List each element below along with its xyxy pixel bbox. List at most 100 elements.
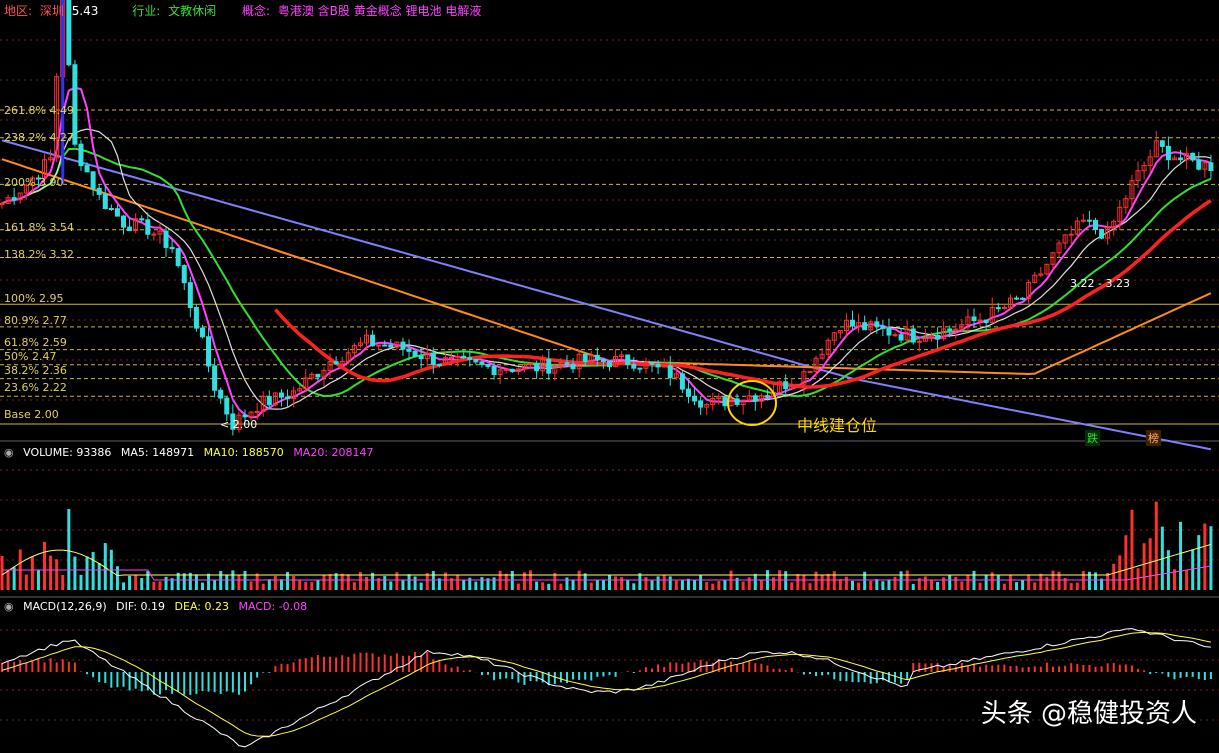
candle-body	[78, 143, 84, 167]
candle-body	[1208, 162, 1214, 172]
macd-histogram-bar	[742, 663, 745, 672]
macd-histogram-bar	[632, 672, 635, 674]
macd-histogram-bar	[948, 664, 951, 672]
volume-bar	[425, 573, 429, 590]
candle-body	[910, 328, 916, 343]
collapse-icon[interactable]: ◉	[4, 446, 14, 459]
volume-bar	[614, 576, 618, 590]
candle-body	[631, 364, 637, 369]
macd-histogram-bar	[55, 662, 58, 672]
candle-body	[108, 207, 114, 210]
candle-body	[850, 319, 855, 327]
macd-histogram-bar	[851, 672, 854, 683]
macd-histogram-bar	[286, 664, 289, 672]
macd-histogram-bar	[426, 651, 429, 672]
candle-body	[1159, 140, 1165, 147]
macd-histogram-bar	[377, 656, 380, 672]
macd-header: ◉ MACD(12,26,9) DIF: 0.19 DEA: 0.23 MACD…	[4, 600, 313, 613]
macd-histogram-bar	[92, 672, 95, 678]
ma-red-thick-line	[274, 199, 1212, 389]
volume-bar	[832, 571, 836, 590]
region-value[interactable]: 深圳	[40, 4, 64, 18]
macd-histogram-bar	[414, 651, 417, 672]
macd-histogram-bar	[644, 667, 647, 672]
volume-bar	[595, 579, 599, 590]
volume-bar	[784, 571, 788, 590]
volume-bar	[601, 579, 605, 590]
candle-body	[467, 357, 473, 360]
volume-bar	[535, 581, 539, 590]
macd-histogram-bar	[736, 663, 739, 672]
macd-histogram-bar	[669, 662, 672, 672]
macd-histogram-bar	[280, 663, 283, 672]
volume-bar	[796, 574, 800, 590]
volume-bar	[249, 581, 253, 590]
macd-histogram-bar	[839, 672, 842, 681]
candle-body	[898, 334, 904, 341]
macd-histogram-bar	[480, 672, 483, 676]
candle-body	[534, 363, 540, 372]
collapse-icon[interactable]: ◉	[4, 600, 14, 613]
macd-histogram-bar	[638, 670, 641, 672]
candle-body	[916, 340, 922, 343]
macd-histogram-bar	[468, 670, 471, 672]
candle-body	[692, 395, 698, 402]
ma-magenta-line	[1, 86, 1212, 419]
macd-histogram-bar	[195, 672, 198, 694]
macd-histogram-bar	[651, 668, 654, 672]
volume-bar	[207, 573, 211, 590]
macd-histogram-bar	[341, 655, 344, 672]
macd-histogram-bar	[7, 661, 10, 672]
candle-body	[461, 355, 467, 359]
candle-body	[406, 348, 412, 352]
volume-bar	[802, 574, 806, 590]
macd-histogram-bar	[420, 654, 423, 672]
volume-bar	[656, 576, 660, 590]
macd-histogram-bar	[1203, 672, 1206, 680]
candle-body	[528, 363, 534, 366]
macd-dea: DEA: 0.23	[174, 600, 229, 613]
macd-histogram-bar	[73, 662, 76, 672]
chart-canvas[interactable]	[0, 0, 1219, 753]
macd-histogram-bar	[657, 664, 660, 672]
macd-histogram-bar	[183, 672, 186, 695]
volume-bar	[492, 577, 496, 590]
macd-histogram-bar	[584, 672, 587, 680]
fib-label: 100% 2.95	[4, 292, 64, 305]
volume-bar	[851, 580, 854, 590]
candle-body	[96, 187, 102, 195]
signal-badge[interactable]: 榜	[1146, 430, 1161, 446]
volume-bar	[589, 582, 593, 590]
macd-histogram-bar	[316, 655, 319, 672]
volume-bar	[960, 581, 964, 590]
volume-bar	[869, 580, 873, 590]
macd-histogram-bar	[912, 662, 915, 672]
fib-label: 38.2% 2.36	[4, 364, 67, 377]
concept-value[interactable]: 粤港澳 含B股 黄金概念 锂电池 电解液	[278, 4, 482, 18]
volume-bar	[225, 575, 229, 590]
volume-bar	[6, 570, 10, 590]
volume-bar	[711, 583, 715, 590]
macd-histogram-bar	[1009, 666, 1012, 672]
macd-histogram-bar	[1070, 663, 1073, 672]
industry-value[interactable]: 文教休闲	[168, 4, 216, 18]
macd-histogram-bar	[1118, 664, 1121, 672]
macd-histogram-bar	[608, 672, 611, 676]
volume-bar	[772, 577, 776, 590]
signal-badge[interactable]: 跌	[1085, 430, 1100, 446]
candle-body	[212, 365, 218, 391]
macd-histogram-bar	[225, 672, 228, 692]
macd-histogram-bar	[748, 660, 751, 672]
volume-ma20: MA20: 208147	[293, 446, 374, 459]
candle-body	[546, 359, 552, 374]
volume-header: ◉ VOLUME: 93386 MA5: 148971 MA10: 188570…	[4, 446, 380, 459]
candle-body	[947, 328, 953, 331]
volume-bar	[407, 574, 411, 590]
macd-histogram-bar	[219, 672, 222, 694]
candle-body	[807, 370, 813, 373]
candle-body	[600, 359, 606, 362]
volume-bar	[298, 579, 302, 590]
volume-bar	[310, 582, 314, 590]
candle-body	[139, 218, 145, 221]
macd-histogram-bar	[1173, 672, 1176, 680]
